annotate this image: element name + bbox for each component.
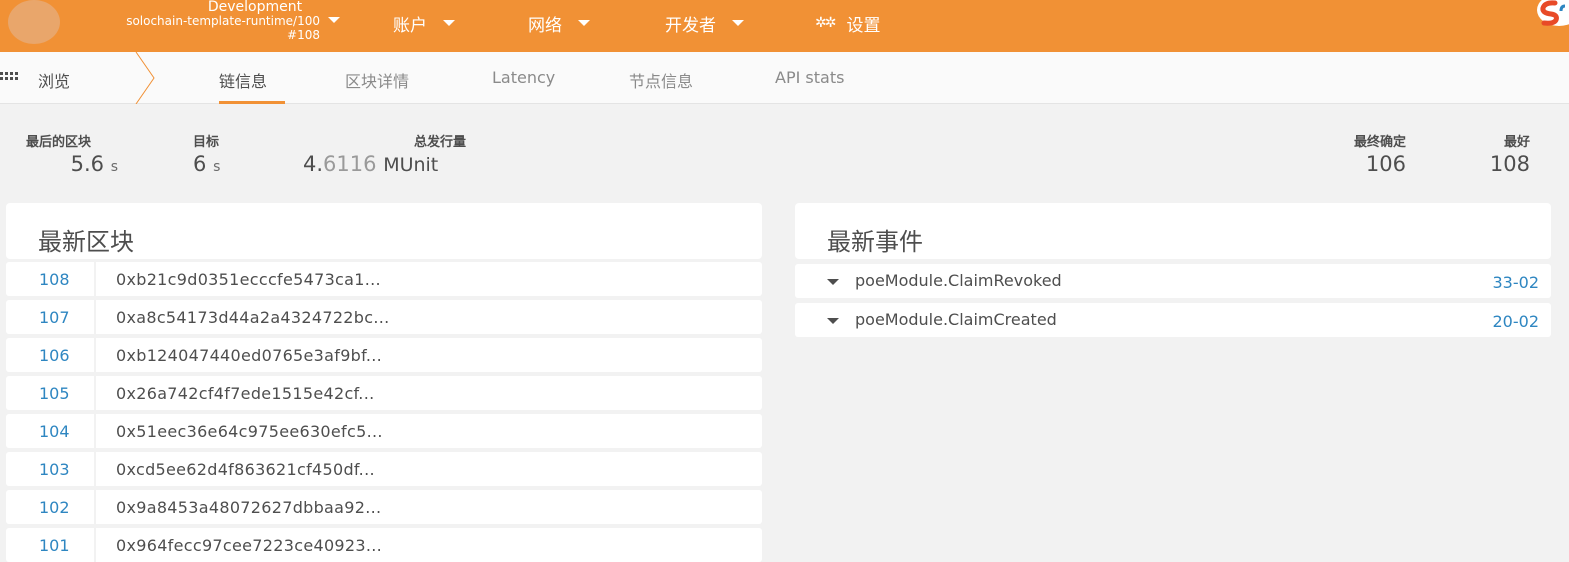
top-bar: Development solochain-template-runtime/1… — [0, 0, 1569, 52]
block-row[interactable]: 106 0xb124047440ed0765e3af9bf... — [6, 338, 762, 372]
sougou-logo-icon — [1537, 0, 1569, 26]
block-number[interactable]: 101 — [39, 536, 70, 555]
row-divider — [94, 262, 96, 296]
stat-label: 最后的区块 — [26, 135, 92, 150]
tab-node-info[interactable]: 节点信息 — [629, 68, 693, 92]
event-row[interactable]: poeModule.ClaimCreated 20-02 — [795, 303, 1551, 337]
chevron-down-icon — [443, 20, 455, 26]
chain-name: Development — [207, 0, 303, 15]
chevron-down-icon — [732, 20, 744, 26]
menu-network[interactable]: 网络 — [528, 12, 590, 36]
menu-settings-label: 设置 — [846, 15, 881, 36]
stat-label: 总发行量 — [413, 135, 466, 150]
event-name: poeModule.ClaimCreated — [855, 310, 1057, 329]
block-number[interactable]: 104 — [39, 422, 70, 441]
block-number[interactable]: 105 — [39, 384, 70, 403]
stat-value: 4.6116 MUnit — [303, 152, 466, 176]
best-block-number: #108 — [287, 28, 320, 42]
breadcrumb-chevron-icon — [135, 52, 155, 104]
chain-selector[interactable]: Development solochain-template-runtime/1… — [70, 0, 320, 42]
chevron-down-icon — [578, 20, 590, 26]
block-hash: 0xb124047440ed0765e3af9bf... — [116, 345, 383, 365]
block-number[interactable]: 102 — [39, 498, 70, 517]
block-number[interactable]: 106 — [39, 346, 70, 365]
stat-target: 目标 6 s — [193, 131, 233, 176]
row-divider — [94, 414, 96, 448]
issuance-unit: MUnit — [383, 154, 439, 176]
unit: s — [110, 159, 118, 175]
stat-value: 6 s — [193, 152, 233, 176]
row-divider — [94, 452, 96, 486]
finalized-value: 106 — [1365, 152, 1406, 176]
block-number[interactable]: 108 — [39, 270, 70, 289]
block-hash: 0x26a742cf4f7ede1515e42cf... — [116, 383, 375, 403]
stat-best: 最好 108 — [1476, 131, 1530, 176]
block-row[interactable]: 101 0x964fecc97cee7223ce40923... — [6, 528, 762, 562]
event-ref-link[interactable]: 20-02 — [1493, 312, 1540, 331]
menu-settings[interactable]: ✲✲ 设置 — [815, 12, 881, 36]
block-hash: 0x9a8453a48072627dbbaa92... — [116, 497, 382, 517]
block-hash: 0x964fecc97cee7223ce40923... — [116, 535, 383, 555]
block-number[interactable]: 103 — [39, 460, 70, 479]
tab-latency[interactable]: Latency — [492, 68, 555, 87]
best-value: 108 — [1489, 152, 1530, 176]
block-row[interactable]: 107 0xa8c54173d44a2a4324722bc... — [6, 300, 762, 334]
menu-accounts-label: 账户 — [393, 15, 427, 36]
block-row[interactable]: 104 0x51eec36e64c975ee630efc5... — [6, 414, 762, 448]
tab-api-stats[interactable]: API stats — [775, 68, 844, 87]
tab-block-details[interactable]: 区块详情 — [345, 68, 409, 92]
event-row[interactable]: poeModule.ClaimRevoked 33-02 — [795, 264, 1551, 298]
row-divider — [94, 528, 96, 562]
apps-grid-icon[interactable] — [0, 72, 20, 84]
stat-finalized: 最终确定 106 — [1330, 131, 1406, 176]
issuance-frac: 6116 — [323, 152, 377, 176]
chevron-down-icon[interactable] — [328, 17, 340, 23]
stat-total-issuance: 总发行量 4.6116 MUnit — [303, 131, 466, 176]
active-tab-indicator — [219, 101, 285, 104]
row-divider — [94, 376, 96, 410]
recent-events-title: 最新事件 — [827, 228, 923, 256]
stat-label: 目标 — [193, 135, 220, 150]
tab-chain-info[interactable]: 链信息 — [219, 68, 267, 92]
stat-label: 最终确定 — [1353, 135, 1406, 150]
row-divider — [94, 338, 96, 372]
runtime-version: solochain-template-runtime/100 — [126, 14, 320, 28]
browse-label[interactable]: 浏览 — [38, 68, 70, 92]
event-name: poeModule.ClaimRevoked — [855, 271, 1062, 290]
caret-down-icon[interactable] — [827, 318, 839, 324]
sub-navigation: 浏览 链信息 区块详情 Latency 节点信息 API stats — [0, 52, 1569, 104]
block-row[interactable]: 103 0xcd5ee62d4f863621cf450df... — [6, 452, 762, 486]
block-hash: 0xcd5ee62d4f863621cf450df... — [116, 459, 375, 479]
block-hash: 0xb21c9d0351ecccfe5473ca1... — [116, 269, 381, 289]
target-value: 6 — [193, 152, 207, 176]
issuance-int: 4. — [303, 152, 324, 176]
recent-blocks-title: 最新区块 — [38, 228, 134, 256]
caret-down-icon[interactable] — [827, 279, 839, 285]
event-ref-link[interactable]: 33-02 — [1493, 273, 1540, 292]
stat-label: 最好 — [1503, 135, 1530, 150]
block-row[interactable]: 102 0x9a8453a48072627dbbaa92... — [6, 490, 762, 524]
menu-developer[interactable]: 开发者 — [665, 12, 744, 36]
block-row[interactable]: 105 0x26a742cf4f7ede1515e42cf... — [6, 376, 762, 410]
row-divider — [94, 300, 96, 334]
block-hash: 0x51eec36e64c975ee630efc5... — [116, 421, 383, 441]
block-row[interactable]: 108 0xb21c9d0351ecccfe5473ca1... — [6, 262, 762, 296]
menu-developer-label: 开发者 — [665, 15, 716, 36]
block-hash: 0xa8c54173d44a2a4324722bc... — [116, 307, 390, 327]
gears-icon: ✲✲ — [815, 15, 837, 31]
row-divider — [94, 490, 96, 524]
last-block-value: 5.6 — [70, 152, 105, 176]
menu-network-label: 网络 — [528, 15, 562, 36]
menu-accounts[interactable]: 账户 — [393, 12, 455, 36]
chain-avatar[interactable] — [8, 0, 60, 44]
stat-value: 5.6 s — [26, 152, 118, 176]
stat-last-block: 最后的区块 5.6 s — [26, 131, 118, 176]
unit: s — [213, 159, 221, 175]
block-number[interactable]: 107 — [39, 308, 70, 327]
